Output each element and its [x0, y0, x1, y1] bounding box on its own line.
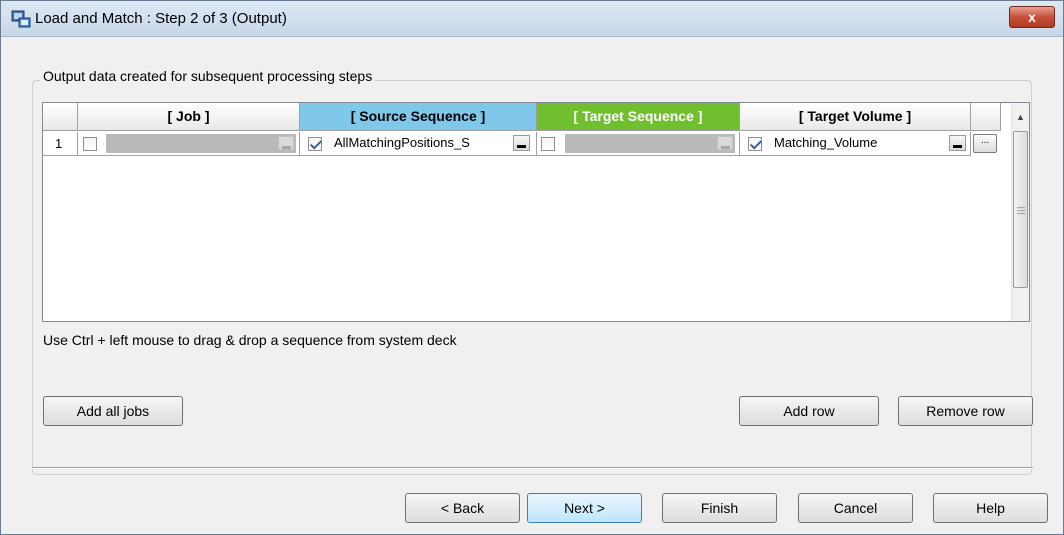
add-all-jobs-button[interactable]: Add all jobs	[43, 396, 183, 426]
job-cell	[78, 132, 300, 156]
add-row-button[interactable]: Add row	[739, 396, 879, 426]
back-button[interactable]: < Back	[405, 493, 520, 523]
help-button[interactable]: Help	[933, 493, 1048, 523]
chevron-down-icon[interactable]	[513, 135, 530, 151]
window-title: Load and Match : Step 2 of 3 (Output)	[35, 10, 287, 27]
source-combobox-value: AllMatchingPositions_S	[334, 135, 470, 150]
remove-row-button[interactable]: Remove row	[898, 396, 1033, 426]
row-number: 1	[43, 132, 78, 156]
cancel-button[interactable]: Cancel	[798, 493, 913, 523]
scroll-up-icon[interactable]: ▲	[1012, 103, 1029, 131]
volume-combobox-value: Matching_Volume	[774, 135, 878, 150]
output-grid[interactable]: [ Job ] [ Source Sequence ] [ Target Seq…	[42, 102, 1030, 322]
grid-header: [ Job ] [ Source Sequence ] [ Target Seq…	[43, 103, 1011, 131]
volume-cell: Matching_Volume	[740, 132, 971, 156]
separator	[32, 467, 1033, 469]
chevron-down-icon[interactable]	[949, 135, 966, 151]
drag-drop-hint: Use Ctrl + left mouse to drag & drop a s…	[43, 332, 457, 348]
target-checkbox[interactable]	[541, 137, 555, 151]
scrollbar-thumb[interactable]: — — —	[1013, 131, 1028, 288]
chevron-down-icon	[717, 136, 733, 150]
volume-checkbox[interactable]	[748, 137, 762, 151]
column-header-source-sequence[interactable]: [ Source Sequence ]	[300, 103, 537, 131]
source-combobox[interactable]: AllMatchingPositions_S	[328, 134, 532, 153]
chevron-down-icon	[278, 136, 294, 150]
table-row[interactable]: 1 AllMatchingPositions_S Matching_Volume…	[43, 132, 1001, 156]
grip-icon: — — —	[1017, 203, 1025, 218]
vertical-scrollbar[interactable]: ▲ — — —	[1011, 103, 1029, 321]
close-button[interactable]: x	[1009, 6, 1055, 28]
volume-combobox[interactable]: Matching_Volume	[768, 134, 968, 153]
next-button[interactable]: Next >	[527, 493, 642, 523]
source-cell: AllMatchingPositions_S	[300, 132, 537, 156]
column-header-target-volume[interactable]: [ Target Volume ]	[740, 103, 971, 131]
column-header-job[interactable]: [ Job ]	[78, 103, 300, 131]
column-header-target-sequence[interactable]: [ Target Sequence ]	[537, 103, 740, 131]
target-combobox	[565, 134, 735, 153]
column-header-extra	[971, 103, 1001, 131]
finish-button[interactable]: Finish	[662, 493, 777, 523]
title-bar: Load and Match : Step 2 of 3 (Output) x	[1, 1, 1063, 37]
group-legend: Output data created for subsequent proce…	[40, 68, 376, 84]
job-checkbox[interactable]	[83, 137, 97, 151]
job-combobox	[106, 134, 296, 153]
source-checkbox[interactable]	[308, 137, 322, 151]
dialog-window: Load and Match : Step 2 of 3 (Output) x …	[0, 0, 1064, 535]
app-icon	[11, 10, 31, 28]
browse-button[interactable]: ...	[973, 134, 997, 153]
target-cell	[537, 132, 740, 156]
close-icon: x	[1028, 9, 1036, 25]
row-number-header	[43, 103, 78, 131]
